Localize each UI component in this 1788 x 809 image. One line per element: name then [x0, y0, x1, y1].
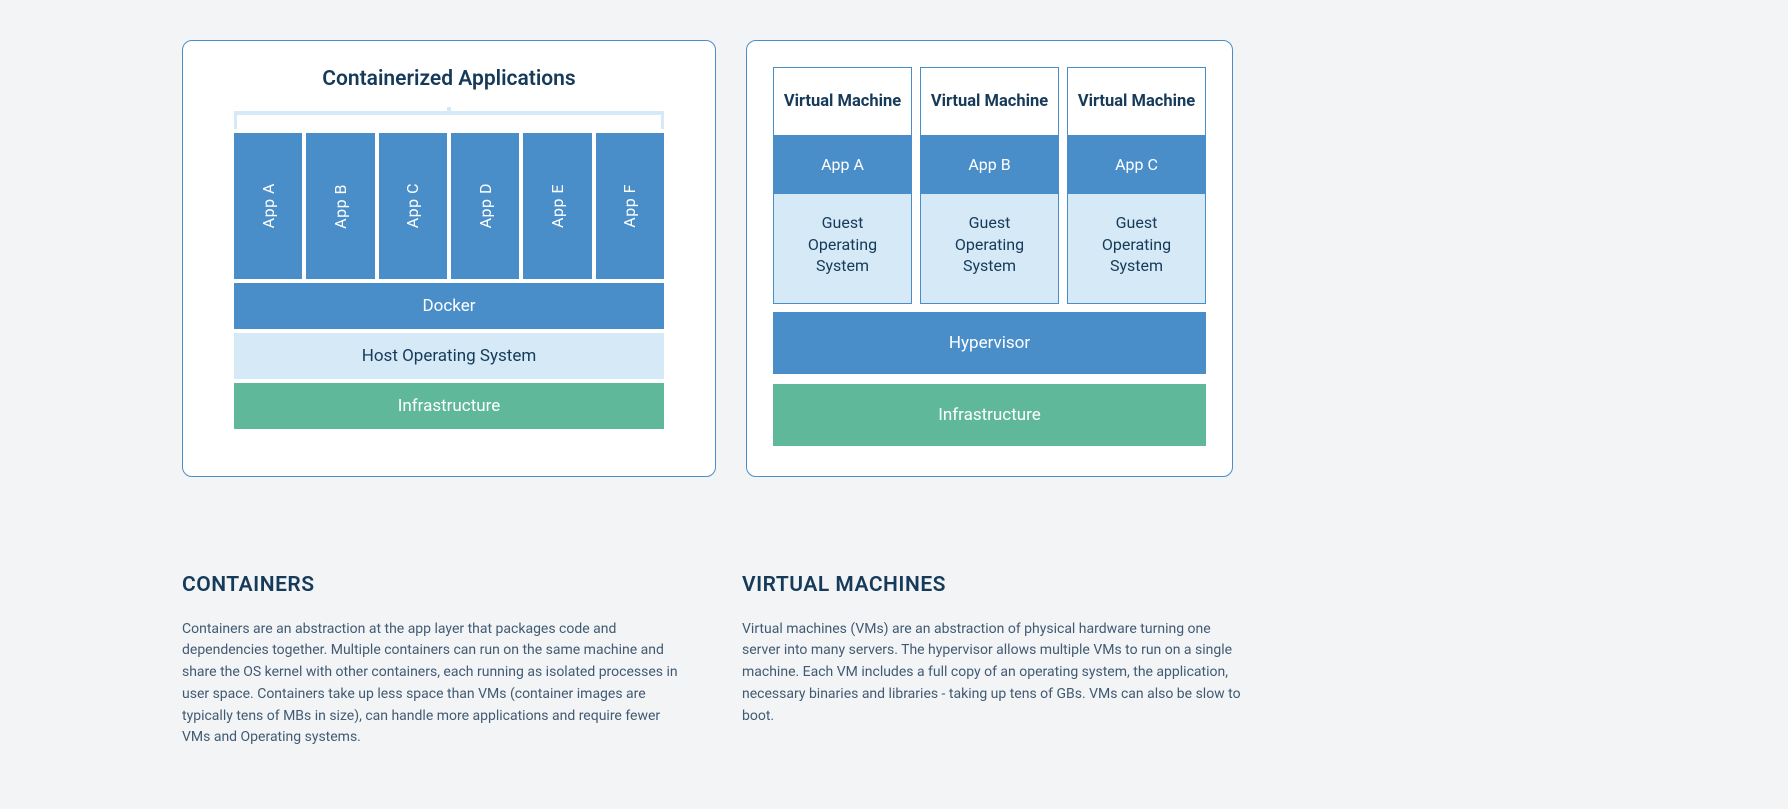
container-app: App E — [523, 133, 591, 279]
diagram-row: Containerized Applications App A App B A… — [182, 40, 1788, 477]
docker-layer: Docker — [234, 283, 664, 329]
vms-text: VIRTUAL MACHINES Virtual machines (VMs) … — [742, 573, 1242, 749]
containers-diagram: Containerized Applications App A App B A… — [182, 40, 716, 477]
containers-text: CONTAINERS Containers are an abstraction… — [182, 573, 682, 749]
vm-title: Virtual Machine — [921, 68, 1058, 135]
vm-infrastructure-layer: Infrastructure — [773, 384, 1206, 446]
host-os-layer: Host Operating System — [234, 333, 664, 379]
container-app: App C — [379, 133, 447, 279]
vm-column: Virtual Machine App C Guest Operating Sy… — [1067, 67, 1206, 304]
vm-title: Virtual Machine — [1068, 68, 1205, 135]
container-app: App B — [306, 133, 374, 279]
infrastructure-layer: Infrastructure — [234, 383, 664, 429]
containers-heading: CONTAINERS — [182, 573, 682, 597]
vm-app: App C — [1068, 135, 1205, 194]
vms-body: Virtual machines (VMs) are an abstractio… — [742, 619, 1242, 727]
vms-heading: VIRTUAL MACHINES — [742, 573, 1242, 597]
hypervisor-layer: Hypervisor — [773, 312, 1206, 374]
text-descriptions: CONTAINERS Containers are an abstraction… — [182, 573, 1242, 749]
container-apps-row: App A App B App C App D App E App F — [234, 133, 664, 279]
containers-body: Containers are an abstraction at the app… — [182, 619, 682, 749]
vm-diagram: Virtual Machine App A Guest Operating Sy… — [746, 40, 1233, 477]
bracket-icon — [234, 107, 664, 129]
vm-guest-os: Guest Operating System — [921, 194, 1058, 303]
vm-column: Virtual Machine App B Guest Operating Sy… — [920, 67, 1059, 304]
container-app: App F — [596, 133, 664, 279]
vm-guest-os: Guest Operating System — [774, 194, 911, 303]
containers-title: Containerized Applications — [209, 67, 689, 91]
vm-column: Virtual Machine App A Guest Operating Sy… — [773, 67, 912, 304]
container-app: App D — [451, 133, 519, 279]
container-app: App A — [234, 133, 302, 279]
vm-app: App B — [921, 135, 1058, 194]
page-root: Containerized Applications App A App B A… — [0, 40, 1788, 749]
vm-title: Virtual Machine — [774, 68, 911, 135]
vm-app: App A — [774, 135, 911, 194]
vm-guest-os: Guest Operating System — [1068, 194, 1205, 303]
vm-columns-row: Virtual Machine App A Guest Operating Sy… — [773, 67, 1206, 304]
